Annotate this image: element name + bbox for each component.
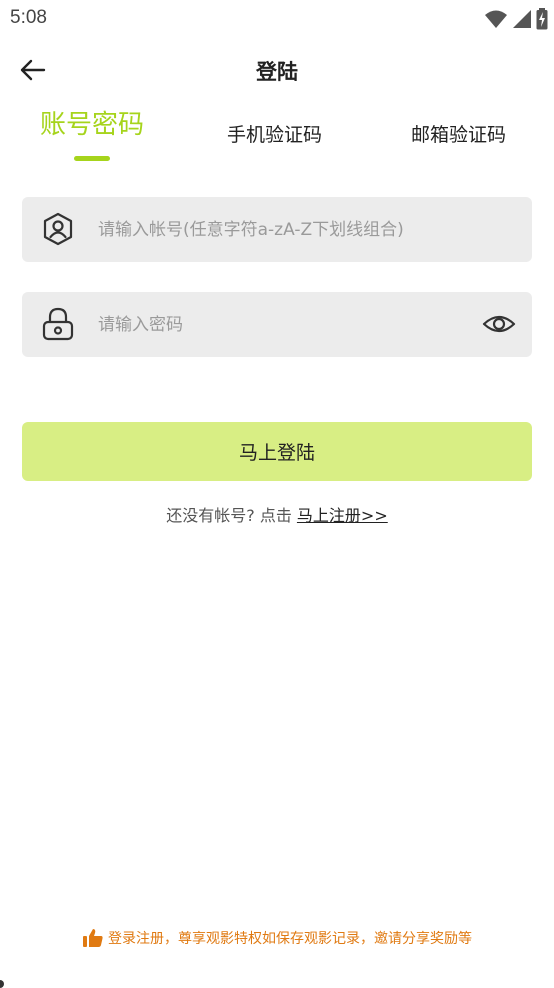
tab-account-password[interactable]: 账号密码 (40, 104, 144, 141)
status-bar: 5:08 (0, 0, 554, 38)
account-input[interactable] (98, 197, 518, 262)
battery-charging-icon (536, 8, 548, 30)
header: 登陆 (0, 44, 554, 96)
register-prompt-text: 还没有帐号? 点击 (166, 506, 292, 525)
account-field (22, 197, 532, 262)
tab-active-indicator (74, 156, 110, 161)
wifi-icon (485, 10, 507, 28)
signal-icon (513, 10, 531, 28)
password-field (22, 292, 532, 357)
toggle-password-visibility-button[interactable] (482, 307, 516, 341)
status-icons (484, 8, 548, 30)
bottom-note-text: 登录注册，尊享观影特权如保存观影记录，邀请分享奖励等 (108, 931, 472, 947)
eye-icon (482, 315, 516, 333)
page-title: 登陆 (256, 60, 298, 84)
password-input[interactable] (98, 292, 458, 357)
register-prompt: 还没有帐号? 点击 马上注册>> (0, 502, 554, 526)
thumbs-up-icon (83, 929, 103, 947)
tab-email-code[interactable]: 邮箱验证码 (411, 120, 506, 147)
login-method-tabs: 账号密码 手机验证码 邮箱验证码 (0, 108, 554, 164)
login-button[interactable]: 马上登陆 (22, 422, 532, 481)
status-time: 5:08 (10, 7, 47, 28)
user-shield-icon (43, 212, 73, 246)
corner-marker (0, 980, 4, 988)
register-link[interactable]: 马上注册>> (297, 506, 388, 525)
tab-phone-code[interactable]: 手机验证码 (227, 120, 322, 147)
lock-icon (42, 307, 74, 341)
bottom-note: 登录注册，尊享观影特权如保存观影记录，邀请分享奖励等 (0, 928, 554, 948)
